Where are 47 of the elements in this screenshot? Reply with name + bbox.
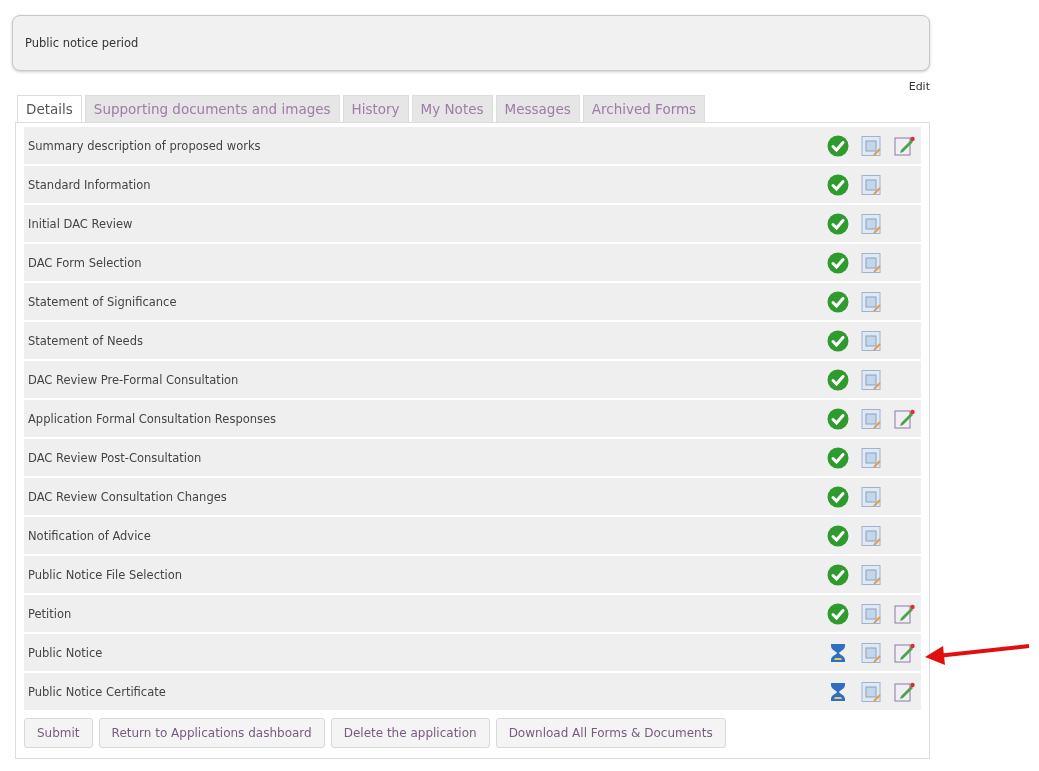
row-label: Initial DAC Review [28, 216, 133, 231]
edit-icon[interactable] [893, 641, 915, 664]
tab[interactable]: Supporting documents and images [84, 95, 340, 122]
view-icon[interactable] [860, 524, 882, 547]
row-label: Summary description of proposed works [28, 138, 261, 153]
view-icon[interactable] [860, 251, 882, 274]
row-label: Petition [28, 606, 72, 621]
row-label: Standard Information [28, 177, 151, 192]
tab[interactable]: Archived Forms [582, 95, 706, 122]
tab[interactable]: Messages [495, 95, 580, 122]
view-icon[interactable] [860, 485, 882, 508]
action-button[interactable]: Return to Applications dashboard [98, 718, 325, 748]
view-icon[interactable] [860, 368, 882, 391]
view-icon[interactable] [860, 134, 882, 157]
action-button[interactable]: Download All Forms & Documents [495, 718, 726, 748]
row-label: Public Notice File Selection [28, 567, 182, 582]
view-icon[interactable] [860, 680, 882, 703]
edit-icon[interactable] [893, 602, 915, 625]
view-icon[interactable] [860, 407, 882, 430]
row-label: Application Formal Consultation Responses [28, 411, 277, 426]
row-label: DAC Review Pre-Formal Consultation [28, 372, 239, 387]
row-label: Public Notice Certificate [28, 684, 166, 699]
action-button[interactable]: Submit [24, 718, 93, 748]
edit-icon[interactable] [893, 680, 915, 703]
view-icon[interactable] [860, 446, 882, 469]
view-icon[interactable] [860, 212, 882, 235]
notice-text: Public notice period [25, 36, 139, 50]
action-button[interactable]: Delete the application [330, 718, 490, 748]
edit-link[interactable]: Edit [908, 80, 930, 93]
view-icon[interactable] [860, 290, 882, 313]
edit-icon[interactable] [893, 134, 915, 157]
tab[interactable]: Details [17, 95, 82, 122]
view-icon[interactable] [860, 563, 882, 586]
row-label: Public Notice [28, 645, 103, 660]
row-label: Statement of Needs [28, 333, 143, 348]
row-label: DAC Review Consultation Changes [28, 489, 227, 504]
view-icon[interactable] [860, 173, 882, 196]
view-icon[interactable] [860, 641, 882, 664]
view-icon[interactable] [860, 602, 882, 625]
row-label: DAC Form Selection [28, 255, 142, 270]
row-label: Statement of Significance [28, 294, 177, 309]
edit-icon[interactable] [893, 407, 915, 430]
row-label: Notification of Advice [28, 528, 151, 543]
row-label: DAC Review Post-Consultation [28, 450, 202, 465]
tab[interactable]: My Notes [411, 95, 493, 122]
view-icon[interactable] [860, 329, 882, 352]
tab[interactable]: History [342, 95, 409, 122]
